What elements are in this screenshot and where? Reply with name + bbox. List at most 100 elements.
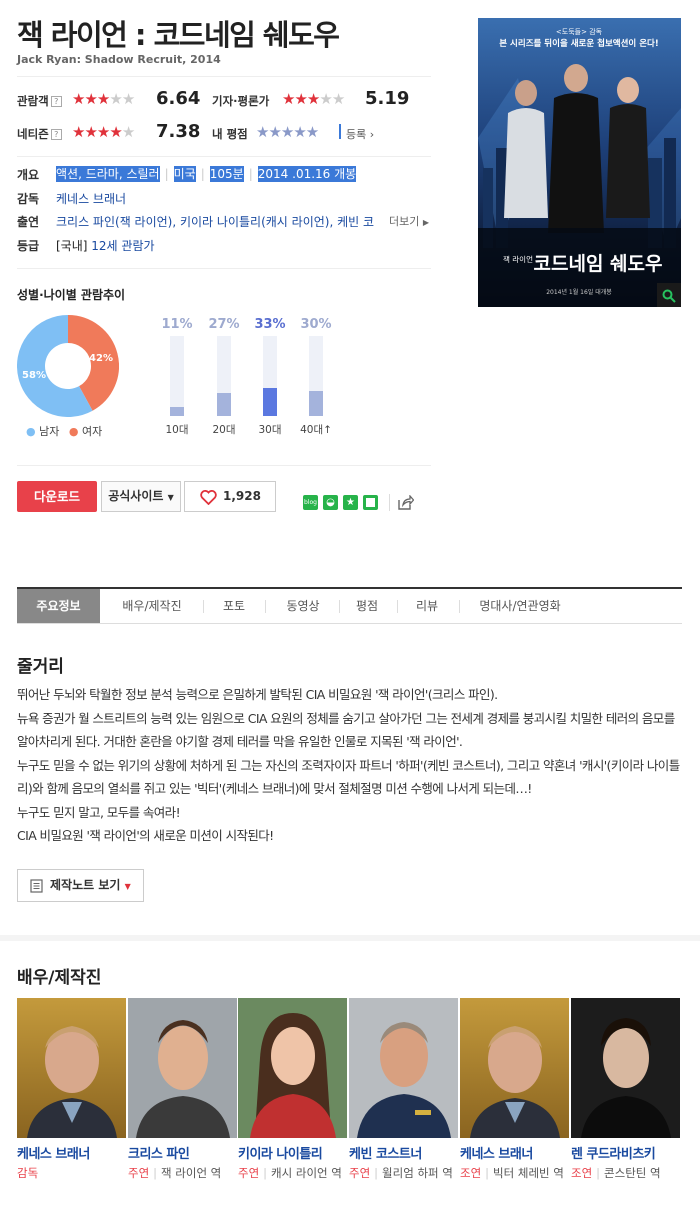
tab-review[interactable]: 리뷰 xyxy=(403,589,451,623)
cast-character: 콘스탄틴 역 xyxy=(604,1166,661,1180)
story-line: CIA 비밀요원 '잭 라이언'의 새로운 미션이 시작된다! xyxy=(17,828,274,843)
cast-photo-chris-pine[interactable] xyxy=(128,998,237,1138)
critic-stars: ★★★★★ xyxy=(282,90,345,108)
divider xyxy=(459,600,460,613)
cast-name-link[interactable]: 케빈 코스트너 xyxy=(349,1143,422,1162)
age-pct-label: 30% xyxy=(300,317,332,332)
cast-name-link[interactable]: 케네스 브래너 xyxy=(460,1143,533,1162)
cast-heading: 배우/제작진 xyxy=(17,968,102,988)
poster-tagline-top: <도둑들> 감독 xyxy=(556,28,603,36)
my-rating-stars[interactable]: ★★★★★ xyxy=(256,124,319,140)
divider: | xyxy=(263,1166,268,1180)
cast-photo-kenneth-branagh[interactable] xyxy=(17,998,126,1138)
netizen-rating-label: 네티즌? xyxy=(17,126,62,142)
netizen-stars: ★★★★★ xyxy=(72,123,135,141)
cast-name-link[interactable]: 케네스 브래너 xyxy=(17,1143,90,1162)
like-count: 1,928 xyxy=(223,489,261,503)
divider xyxy=(17,156,431,157)
official-site-label: 공식사이트 xyxy=(108,489,164,503)
like-button[interactable]: 1,928 xyxy=(184,481,276,512)
share-icon[interactable] xyxy=(398,495,414,510)
star-icon: ★ xyxy=(109,90,122,108)
star-icon: ★ xyxy=(121,90,135,108)
release-date[interactable]: 2014 .01.16 개봉 xyxy=(257,166,357,182)
cast-type: 조연 xyxy=(460,1166,482,1180)
bookmark-star-icon[interactable]: ★ xyxy=(343,495,358,510)
tab-video[interactable]: 동영상 xyxy=(271,589,335,623)
divider xyxy=(389,494,390,511)
avatar xyxy=(27,1026,117,1138)
female-label: 여자 xyxy=(81,425,103,438)
document-icon xyxy=(30,879,43,893)
genre-link[interactable]: 액션, 드라마, 스릴러 xyxy=(56,166,160,182)
cast-role: 감독 xyxy=(17,1163,126,1184)
star-icon: ★ xyxy=(109,123,122,141)
zoom-search-icon[interactable] xyxy=(662,288,676,303)
country-link[interactable]: 미국 xyxy=(173,166,196,182)
download-button[interactable]: 다운로드 xyxy=(17,481,97,512)
director-label: 감독 xyxy=(17,192,40,206)
caret-down-icon: ▼ xyxy=(167,493,174,502)
cast-photo-kevin-costner[interactable] xyxy=(349,998,458,1138)
help-icon[interactable]: ? xyxy=(50,129,62,140)
more-text: 더보기 xyxy=(389,215,420,228)
cast-type: 주연 xyxy=(238,1166,260,1180)
cast-name-link[interactable]: 크리스 파인 xyxy=(128,1143,190,1162)
my-rating-register-link[interactable]: 등록 › xyxy=(346,126,374,142)
story-line: 뉴욕 증권가 월 스트리트의 능력 있는 임원으로 CIA 요원의 정체를 숨기… xyxy=(17,710,675,750)
cast-photo-len-kudrjawizki[interactable] xyxy=(571,998,680,1138)
star-icon: ★ xyxy=(96,123,110,141)
netizen-score: 7.38 xyxy=(156,121,201,142)
blog-share-icon[interactable]: blog xyxy=(303,495,318,510)
help-icon[interactable]: ? xyxy=(50,96,62,107)
cast-character: 잭 라이언 역 xyxy=(161,1166,222,1180)
cast-role: 조연 | 콘스탄틴 역 xyxy=(571,1163,680,1184)
avatar xyxy=(136,1020,230,1138)
production-note-button[interactable]: 제작노트 보기 ▼ xyxy=(17,869,144,902)
male-dot-icon: ● xyxy=(26,425,36,438)
cast-role: 주연 | 윌리엄 하퍼 역 xyxy=(349,1163,458,1184)
cast-role: 주연 | 캐시 라이언 역 xyxy=(238,1163,347,1184)
gender-legend: ● 남자 ● 여자 xyxy=(26,423,102,439)
story-heading: 줄거리 xyxy=(17,657,64,677)
tab-cast-crew[interactable]: 배우/제작진 xyxy=(107,589,197,623)
avatar xyxy=(581,1018,671,1138)
cast-type: 주연 xyxy=(349,1166,371,1180)
tab-quotes-related[interactable]: 명대사/연관영화 xyxy=(465,589,575,623)
cast-name-link[interactable]: 키이라 나이틀리 xyxy=(238,1143,323,1162)
tab-main-info[interactable]: 주요정보 xyxy=(17,589,100,623)
star-icon: ★ xyxy=(84,90,97,108)
audience-score: 6.64 xyxy=(156,88,201,109)
cast-type: 감독 xyxy=(17,1166,39,1180)
movie-poster[interactable]: <도둑들> 감독 본 시리즈를 뒤이을 새로운 첩보액션이 온다! 잭 라이언 … xyxy=(478,18,681,307)
divider xyxy=(203,600,204,613)
age-bar-track xyxy=(217,336,231,416)
cafe-share-icon[interactable]: ◒ xyxy=(323,495,338,510)
overview-values: 액션, 드라마, 스릴러 | 미국 | 105분 | 2014 .01.16 개봉 xyxy=(56,166,357,182)
age-pct-label: 11% xyxy=(161,317,193,332)
memo-share-icon[interactable] xyxy=(363,495,378,510)
divider xyxy=(265,600,266,613)
star-icon: ★ xyxy=(294,90,307,108)
age-bar-track xyxy=(263,336,277,416)
chevron-right-icon: › xyxy=(369,128,375,141)
age-pct-label: 33% xyxy=(254,317,286,332)
runtime: 105분 xyxy=(209,166,244,182)
tab-rating[interactable]: 평점 xyxy=(345,589,389,623)
cast-photo-kenneth-branagh-2[interactable] xyxy=(460,998,569,1138)
official-site-button[interactable]: 공식사이트 ▼ xyxy=(101,481,181,512)
star-icon: ★ xyxy=(121,123,135,141)
age-bar xyxy=(217,393,231,416)
cast-photo-keira-knightley[interactable] xyxy=(238,998,347,1138)
cast-name-link[interactable]: 렌 쿠드라비츠키 xyxy=(571,1143,656,1162)
divider: | xyxy=(374,1166,379,1180)
avatar xyxy=(470,1026,560,1138)
director-link[interactable]: 케네스 브래너 xyxy=(56,190,126,207)
cast-links[interactable]: 크리스 파인(잭 라이언), 키이라 나이틀리(캐시 라이언), 케빈 코... xyxy=(56,213,374,230)
tab-photo[interactable]: 포토 xyxy=(209,589,259,623)
star-icon: ★ xyxy=(331,90,345,108)
divider xyxy=(339,600,340,613)
grade-link[interactable]: 12세 관람가 xyxy=(91,239,154,253)
story-text: 뛰어난 두뇌와 탁월한 정보 분석 능력으로 은밀하게 발탁된 CIA 비밀요원… xyxy=(17,683,682,848)
cast-more-link[interactable]: 더보기 ▶ xyxy=(389,213,429,229)
